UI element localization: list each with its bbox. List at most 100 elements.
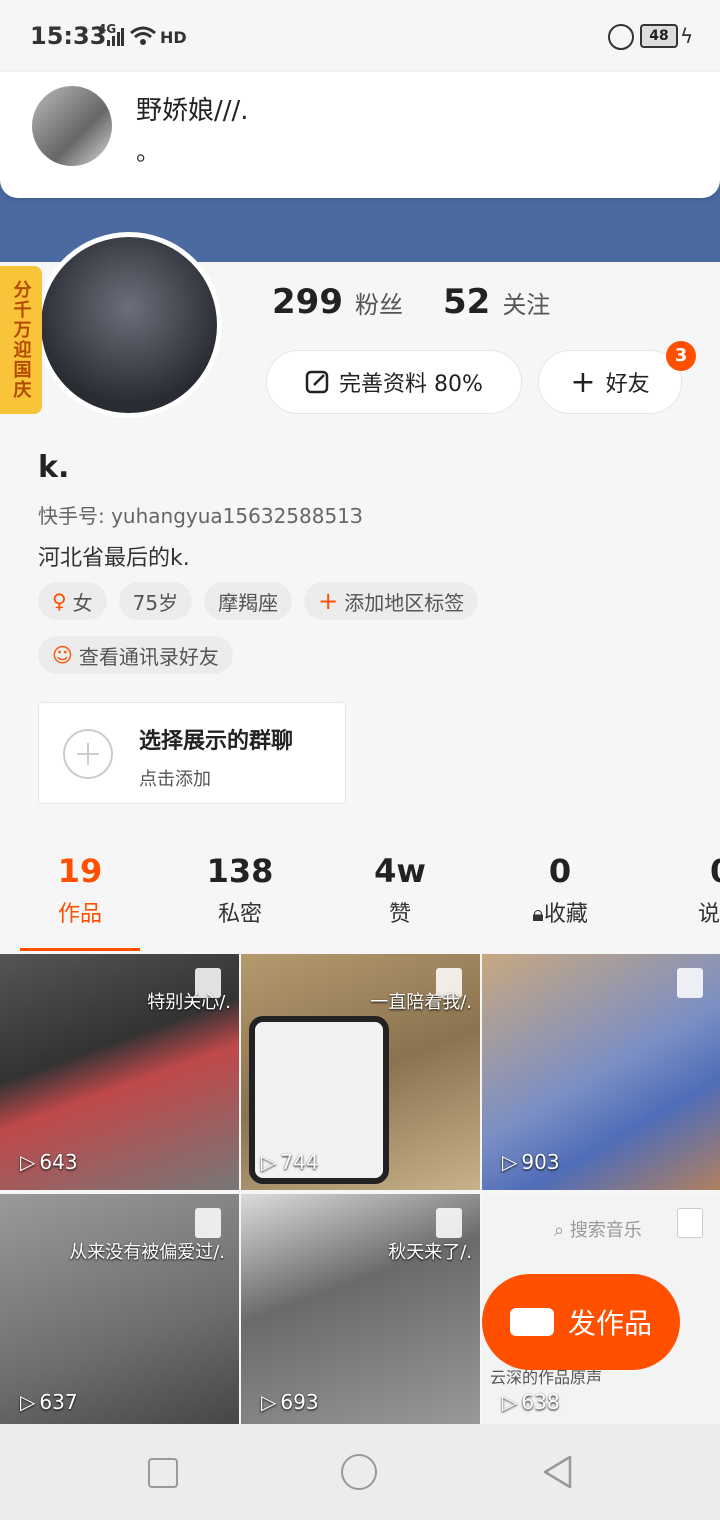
tab-private-count: 138	[206, 852, 274, 890]
fans-count[interactable]: 299	[272, 282, 343, 322]
work-caption: 秋天来了/.	[388, 1242, 472, 1263]
notification-message: 。	[136, 138, 160, 166]
zodiac-label: 摩羯座	[218, 590, 279, 615]
tab-favorites[interactable]: 0 🔒︎收藏	[500, 852, 620, 928]
tab-works-count: 19	[57, 852, 103, 890]
contacts-friends-tag[interactable]: ☺ 查看通讯录好友	[38, 636, 233, 674]
view-count: ▷ 744	[261, 1150, 319, 1174]
status-bar: 15:33 4G HD 48 ϟ	[0, 0, 720, 72]
notification-avatar	[32, 86, 112, 166]
tab-moments-label: 说	[698, 902, 720, 927]
view-count-value: 693	[280, 1390, 319, 1414]
notification-sender: 野娇娘///.	[136, 96, 249, 126]
work-tile[interactable]: 从来没有被偏爱过/. ▷ 637	[0, 1194, 239, 1430]
tab-works[interactable]: 19 作品	[20, 852, 140, 928]
edit-profile-button[interactable]: 完善资料 80%	[266, 350, 522, 414]
play-icon: ▷	[261, 1150, 277, 1174]
age-label: 75岁	[132, 590, 179, 615]
kwai-id[interactable]: 快手号: yuhangyua1563258851З	[38, 500, 363, 529]
hd-indicator: HD	[160, 28, 187, 47]
tab-favorites-count: 0	[548, 852, 572, 890]
contacts-label: 查看通讯录好友	[78, 644, 219, 669]
tab-likes-label: 赞	[388, 902, 411, 927]
plus-icon: +	[318, 587, 339, 615]
contacts-icon: ☺	[52, 643, 73, 667]
view-count: ▷ 643	[20, 1150, 78, 1174]
view-count-value: 638	[521, 1390, 560, 1414]
group-chat-title: 选择展示的群聊	[139, 729, 294, 754]
work-caption: 从来没有被偏爱过/.	[69, 1242, 225, 1263]
tab-private-label: 私密	[217, 902, 262, 927]
national-day-badge[interactable]: 分千万迎国庆	[0, 266, 42, 414]
edit-profile-label: 完善资料 80%	[339, 372, 483, 397]
follow-count[interactable]: 52	[443, 282, 490, 322]
work-tile[interactable]: 秋天来了/. ▷ 693	[241, 1194, 480, 1430]
play-icon: ▷	[502, 1390, 518, 1414]
add-region-label: 添加地区标签	[344, 590, 465, 615]
age-tag[interactable]: 75岁	[118, 582, 193, 620]
play-icon: ▷	[20, 1150, 36, 1174]
nickname: k.	[38, 450, 70, 485]
follow-stats: 299 粉丝 52 关注	[272, 282, 578, 322]
profile-tags: ♀ 女 75岁 摩羯座 + 添加地区标签	[38, 582, 479, 620]
group-chat-card[interactable]: 选择展示的群聊 点击添加	[38, 702, 346, 804]
fans-label[interactable]: 粉丝	[355, 285, 403, 320]
notification-card[interactable]: 野娇娘///. 。	[0, 72, 720, 198]
view-count: ▷ 903	[502, 1150, 560, 1174]
play-icon: ▷	[20, 1390, 36, 1414]
work-tile[interactable]: 特别关心/. ▷ 643	[0, 954, 239, 1190]
home-icon[interactable]	[341, 1454, 377, 1490]
select-icon[interactable]	[677, 968, 703, 998]
work-tile[interactable]: 一直陪着我/. ▷ 744	[241, 954, 480, 1190]
rotation-lock-icon	[608, 24, 634, 50]
profile-tabs: 19 作品 138 私密 4w 赞 0 🔒︎收藏 0 说	[0, 852, 720, 952]
search-icon: ⌕	[554, 1220, 570, 1241]
tab-favorites-label-wrap: 🔒︎收藏	[500, 896, 620, 928]
edit-icon	[305, 370, 329, 394]
back-icon[interactable]	[540, 1454, 576, 1490]
post-work-button[interactable]: 发作品	[482, 1274, 680, 1370]
tab-moments[interactable]: 0 说	[660, 852, 720, 928]
work-caption: 一直陪着我/.	[370, 992, 472, 1013]
work-caption: 特别关心/.	[147, 992, 231, 1013]
lock-icon: 🔒︎	[532, 902, 544, 927]
gender-label: 女	[72, 590, 93, 615]
view-count: ▷ 637	[20, 1390, 78, 1414]
tab-favorites-label: 收藏	[543, 902, 588, 927]
plus-icon: +	[570, 364, 596, 400]
add-friend-button[interactable]: + 好友	[538, 350, 682, 414]
female-icon: ♀	[52, 589, 67, 613]
charging-icon: ϟ	[680, 24, 694, 48]
tab-private[interactable]: 138 私密	[180, 852, 300, 928]
add-circle-icon	[63, 729, 113, 779]
play-icon: ▷	[261, 1390, 277, 1414]
camera-icon	[509, 1308, 554, 1336]
view-count-value: 637	[39, 1390, 78, 1414]
zodiac-tag[interactable]: 摩羯座	[204, 582, 293, 620]
play-icon: ▷	[502, 1150, 518, 1174]
recent-apps-icon[interactable]	[148, 1458, 178, 1488]
wifi-icon	[130, 26, 156, 45]
status-time: 15:33	[30, 22, 107, 50]
view-count-value: 643	[39, 1150, 78, 1174]
select-icon[interactable]	[436, 1208, 462, 1238]
tab-likes-count: 4w	[374, 852, 426, 890]
view-count-value: 744	[280, 1150, 319, 1174]
view-count: ▷ 638	[502, 1390, 560, 1414]
select-icon[interactable]	[195, 1208, 221, 1238]
battery-icon: 48	[640, 24, 678, 48]
select-icon[interactable]	[677, 1208, 703, 1238]
tab-works-label: 作品	[57, 902, 102, 927]
badge-text: 分千万迎国庆	[10, 280, 32, 400]
tab-likes[interactable]: 4w 赞	[340, 852, 460, 928]
view-count: ▷ 693	[261, 1390, 319, 1414]
work-tile[interactable]: ▷ 903	[482, 954, 720, 1190]
system-nav-bar	[0, 1424, 720, 1520]
add-region-tag[interactable]: + 添加地区标签	[304, 582, 479, 620]
search-bar: ⌕ 搜索音乐	[554, 1216, 642, 1242]
tab-indicator	[20, 948, 140, 951]
gender-tag[interactable]: ♀ 女	[38, 582, 107, 620]
profile-avatar[interactable]	[36, 232, 222, 418]
tab-moments-count: 0	[660, 852, 720, 890]
follow-label[interactable]: 关注	[502, 285, 550, 320]
